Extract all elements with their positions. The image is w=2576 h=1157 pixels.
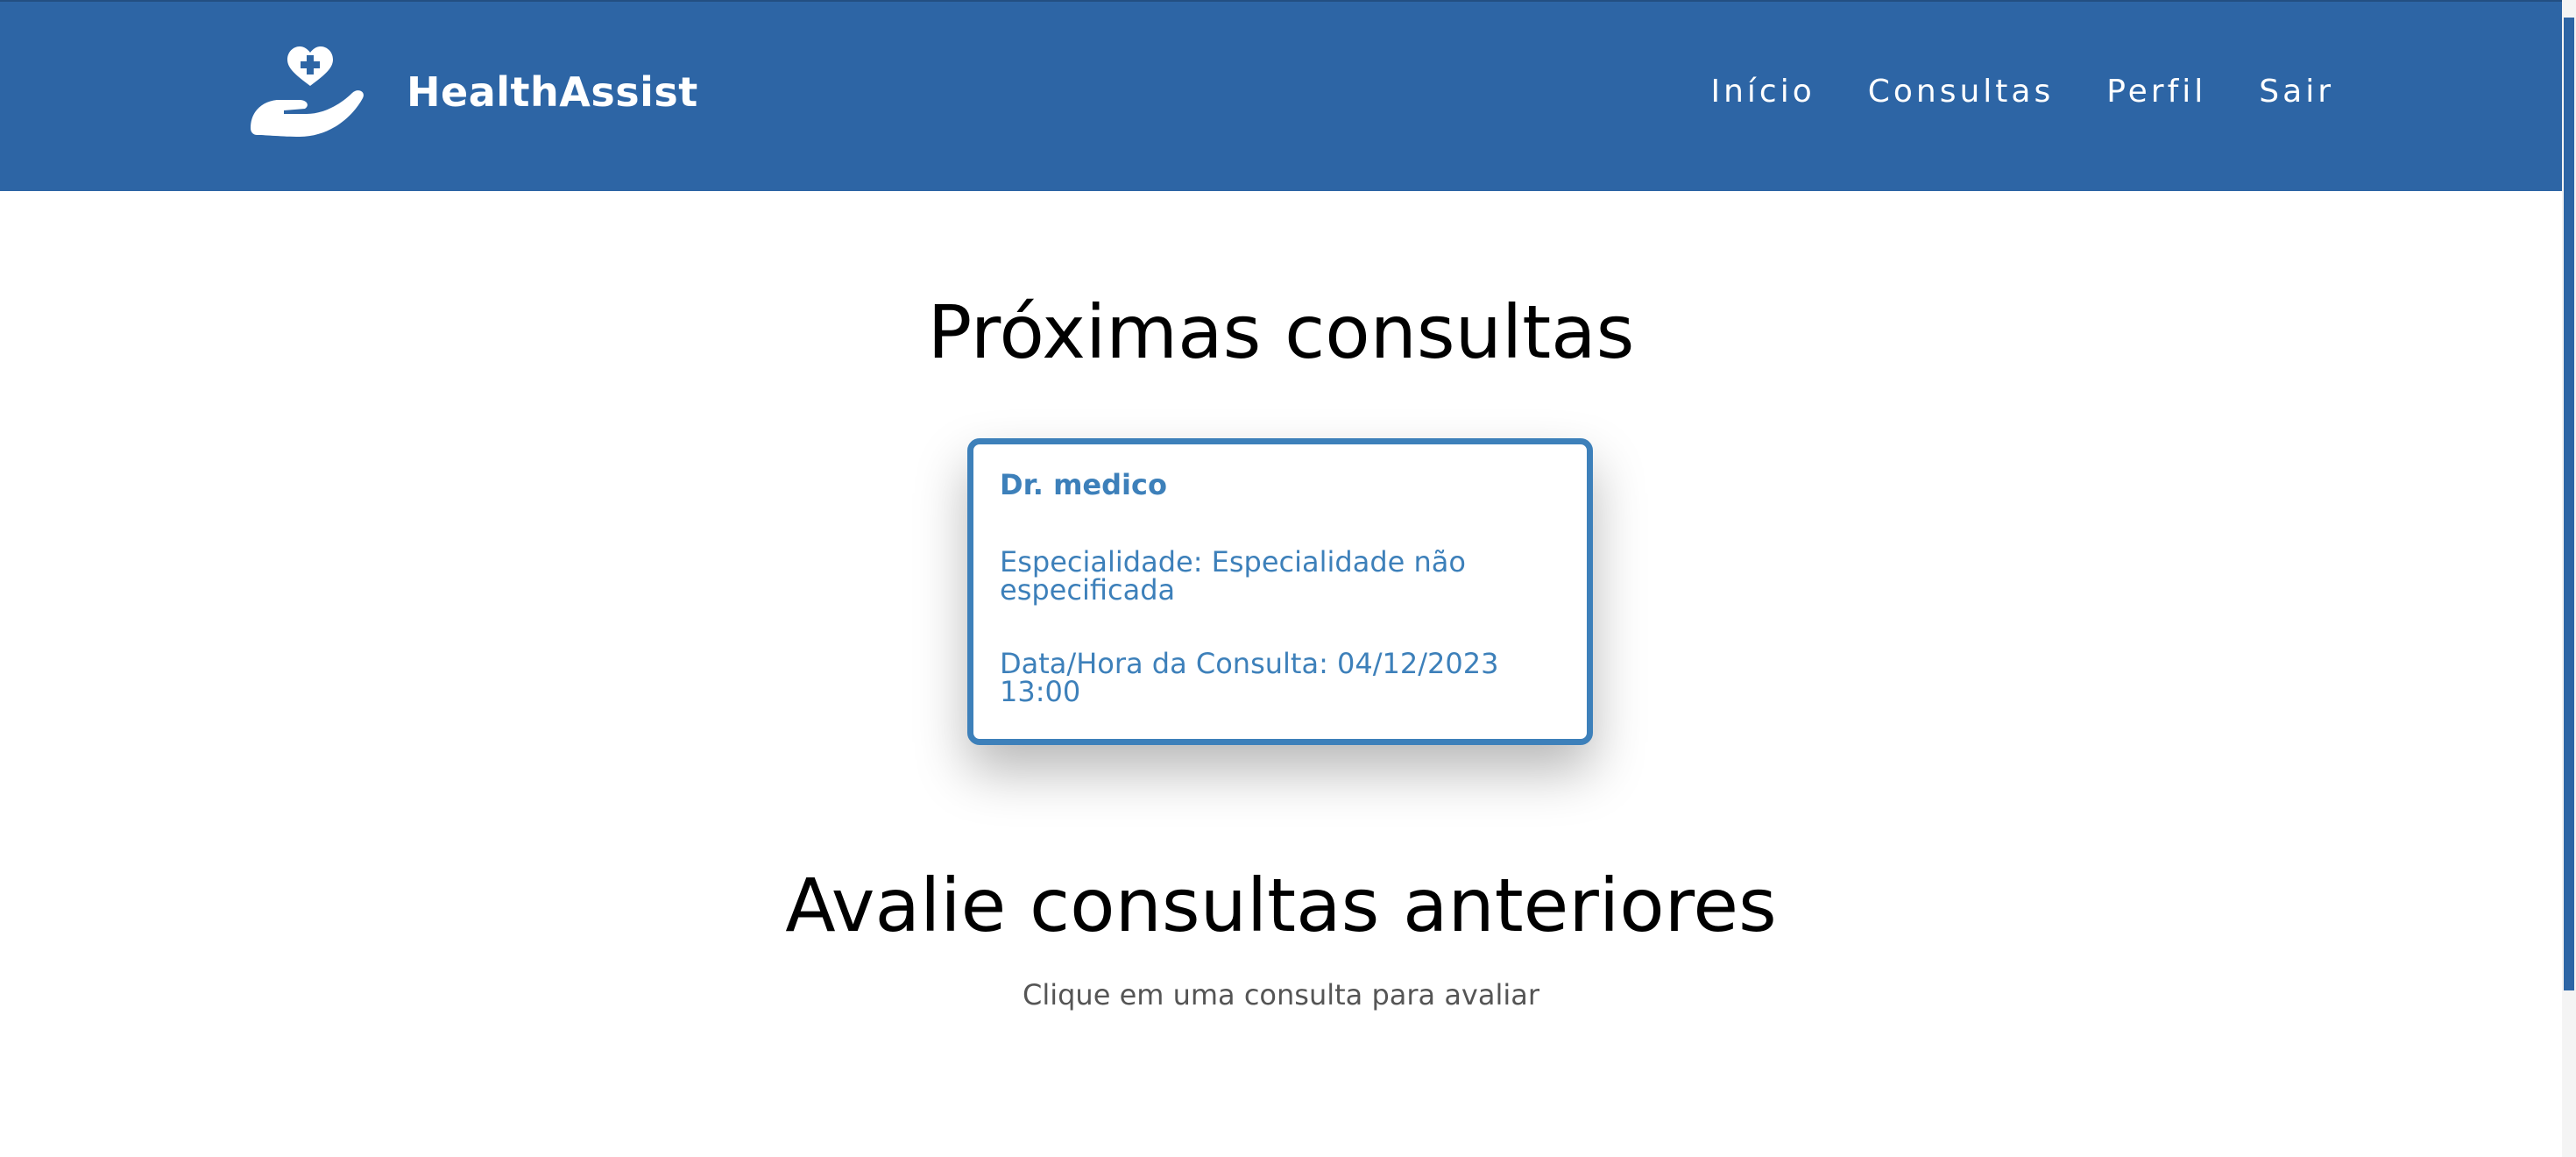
top-navbar: HealthAssist Início Consultas Perfil Sai… [0, 0, 2562, 191]
nav-link-inicio[interactable]: Início [1710, 74, 1815, 110]
upcoming-appointments-title: Próximas consultas [927, 289, 1635, 375]
main-content: Próximas consultas Dr. medico Especialid… [0, 191, 2562, 1157]
appointment-specialty: Especialidade: Especialidade não especif… [1000, 545, 1466, 607]
appointment-datetime: Data/Hora da Consulta: 04/12/2023 13:00 [1000, 647, 1499, 708]
page-scrollbar[interactable] [2562, 0, 2576, 1157]
brand-name: HealthAssist [407, 68, 698, 116]
brand-home-link[interactable]: HealthAssist [249, 44, 698, 140]
main-nav: Início Consultas Perfil Sair [1710, 74, 2334, 110]
scrollbar-thumb[interactable] [2564, 18, 2574, 990]
nav-link-consultas[interactable]: Consultas [1868, 74, 2054, 110]
nav-link-perfil[interactable]: Perfil [2106, 74, 2206, 110]
rate-past-appointments-title: Avalie consultas anteriores [785, 862, 1777, 948]
nav-link-sair[interactable]: Sair [2259, 74, 2334, 110]
page: HealthAssist Início Consultas Perfil Sai… [0, 0, 2576, 1157]
appointment-card[interactable]: Dr. medico Especialidade: Especialidade … [967, 438, 1593, 745]
rate-hint-text: Clique em uma consulta para avaliar [1022, 978, 1540, 1011]
appointment-doctor: Dr. medico [1000, 468, 1167, 501]
hand-heart-logo-icon [251, 46, 364, 137]
